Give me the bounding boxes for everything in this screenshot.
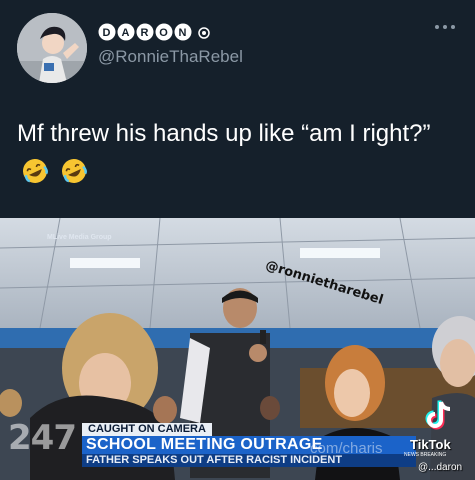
display-name[interactable]: D A R O N (98, 22, 210, 46)
watermark-number: 247 (8, 418, 77, 458)
tweet-body: Mf threw his hands up like “am I right?” (17, 120, 431, 147)
media-source-tag: MLive Media Group (47, 234, 112, 241)
tweet-header: D A R O N @RonnieThaRebel (0, 0, 475, 100)
display-name-letter: A (122, 27, 131, 39)
watermark-url: com/charis (310, 440, 383, 457)
more-options-icon[interactable] (433, 20, 457, 36)
rolling-laughing-emoji-icon (23, 159, 48, 183)
lower-third-tag: CAUGHT ON CAMERA (82, 423, 212, 436)
rolling-laughing-emoji-icon (61, 159, 87, 183)
avatar[interactable] (17, 13, 87, 83)
display-name-letter: N (179, 27, 188, 39)
tiktok-logo-icon (421, 398, 455, 432)
news-tag: NEWS BREAKING (404, 452, 447, 458)
user-handle[interactable]: @RonnieThaRebel (98, 47, 243, 67)
display-name-circled-letters: D A R O N (98, 23, 192, 41)
display-name-letter: R (141, 27, 150, 39)
display-name-letter: O (159, 27, 169, 39)
tweet-text: Mf threw his hands up like “am I right?” (17, 115, 457, 191)
tiktok-name: TikTok (410, 437, 451, 452)
tiktok-user: @...daron (418, 462, 463, 473)
display-name-letter: D (103, 27, 112, 39)
moon-icon (198, 27, 210, 39)
